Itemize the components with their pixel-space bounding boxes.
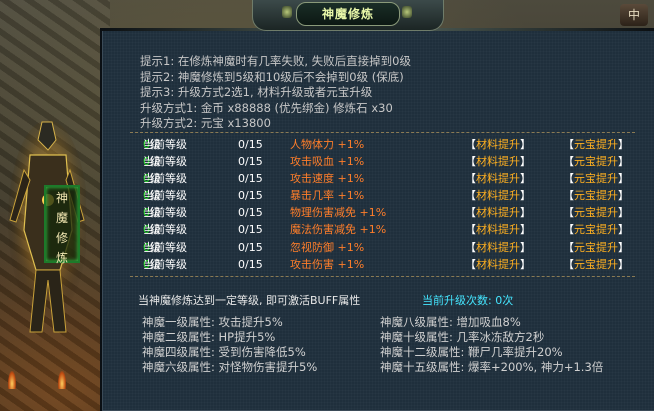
buff-activation-info: 当神魔修炼达到一定等级, 即可激活BUFF属性 [138, 294, 361, 307]
upgrade-row: 当前等级 0级 0/15 魔法伤害减免 +1% 【材料提升】 【元宝提升】 [143, 221, 648, 238]
upgrade-method-line: 升级方式1: 金币 x88888 (优先绑金) 修炼石 x30 [140, 100, 393, 115]
buff-attribute: 神魔十二级属性: 鞭尸几率提升20% [380, 345, 563, 359]
tip-line: 提示3: 升级方式2选1, 材料升级或者元宝升级 [140, 85, 373, 100]
level-progress: 0/15 [238, 155, 263, 169]
yuanbao-upgrade-button[interactable]: 【元宝提升】 [563, 204, 629, 221]
upgrade-row: 当前等级 0级 0/15 忽视防御 +1% 【材料提升】 【元宝提升】 [143, 239, 648, 256]
level-progress: 0/15 [238, 172, 263, 186]
level-progress: 0/15 [238, 223, 263, 237]
buff-attribute: 神魔一级属性: 攻击提升5% [142, 315, 283, 329]
level-progress: 0/15 [238, 206, 263, 220]
divider [130, 276, 635, 277]
current-level: 当前等级 0级 [143, 206, 187, 220]
divider [130, 132, 635, 133]
material-upgrade-button[interactable]: 【材料提升】 [465, 221, 531, 238]
buff-attribute: 神魔八级属性: 增加吸血8% [380, 315, 521, 329]
current-level: 当前等级 0级 [143, 189, 187, 203]
material-upgrade-button[interactable]: 【材料提升】 [465, 256, 531, 273]
yuanbao-upgrade-button[interactable]: 【元宝提升】 [563, 187, 629, 204]
yuanbao-upgrade-button[interactable]: 【元宝提升】 [563, 136, 629, 153]
buff-attribute: 神魔二级属性: HP提升5% [142, 330, 276, 344]
level-progress: 0/15 [238, 240, 263, 254]
title-gem-icon [282, 6, 292, 18]
upgrade-row: 当前等级 0级 0/15 暴击几率 +1% 【材料提升】 【元宝提升】 [143, 187, 648, 204]
attribute-bonus: 物理伤害减免 +1% [290, 206, 387, 220]
yuanbao-upgrade-button[interactable]: 【元宝提升】 [563, 239, 629, 256]
yuanbao-upgrade-button[interactable]: 【元宝提升】 [563, 153, 629, 170]
material-upgrade-button[interactable]: 【材料提升】 [465, 170, 531, 187]
level-progress: 0/15 [238, 189, 263, 203]
level-progress: 0/15 [238, 138, 263, 151]
attribute-bonus: 攻击速度 +1% [290, 172, 365, 186]
current-level: 当前等级 0级 [143, 223, 187, 237]
attribute-bonus: 攻击吸血 +1% [290, 155, 365, 169]
upgrade-row: 当前等级 0级 0/15 攻击速度 +1% 【材料提升】 【元宝提升】 [143, 170, 648, 187]
level-progress: 0/15 [238, 257, 263, 271]
title-gem-icon [402, 6, 412, 18]
buff-attribute: 神魔六级属性: 对怪物伤害提升5% [142, 360, 318, 374]
upgrade-row: 当前等级 0级 0/15 人物体力 +1% 【材料提升】 【元宝提升】 [143, 136, 648, 153]
side-tab-char: 修 [55, 231, 68, 245]
current-level: 当前等级 0级 [143, 155, 187, 169]
attribute-bonus: 攻击伤害 +1% [290, 257, 365, 271]
attribute-bonus: 人物体力 +1% [290, 138, 365, 151]
material-upgrade-button[interactable]: 【材料提升】 [465, 204, 531, 221]
tip-line: 提示2: 神魔修炼到5级和10级后不会掉到0级 (保底) [140, 69, 404, 84]
side-tab-char: 魔 [55, 211, 68, 225]
yuanbao-upgrade-button[interactable]: 【元宝提升】 [563, 170, 629, 187]
buff-attribute: 神魔十五级属性: 爆率+200%, 神力+1.3倍 [380, 360, 604, 374]
current-level: 当前等级 0级 [143, 138, 187, 151]
corner-button[interactable]: 中 [620, 4, 648, 26]
material-upgrade-button[interactable]: 【材料提升】 [465, 239, 531, 256]
attribute-bonus: 暴击几率 +1% [290, 189, 365, 203]
attribute-bonus: 忽视防御 +1% [290, 240, 365, 254]
upgrade-list: 当前等级 0级 0/15 人物体力 +1% 【材料提升】 【元宝提升】 当前等级 0… [143, 136, 648, 273]
attribute-bonus: 魔法伤害减免 +1% [290, 223, 387, 237]
window-title: 神魔修炼 [296, 2, 400, 26]
tips-block: 提示1: 在修炼神魔时有几率失败, 失败后直接掉到0级 提示2: 神魔修炼到5级… [140, 54, 411, 132]
upgrade-method-line: 升级方式2: 元宝 x13800 [140, 116, 271, 131]
material-upgrade-button[interactable]: 【材料提升】 [465, 136, 531, 153]
buff-attribute: 神魔十级属性: 几率冰冻敌方2秒 [380, 330, 545, 344]
material-upgrade-button[interactable]: 【材料提升】 [465, 187, 531, 204]
tip-line: 提示1: 在修炼神魔时有几率失败, 失败后直接掉到0级 [140, 54, 411, 68]
upgrade-row: 当前等级 0级 0/15 物理伤害减免 +1% 【材料提升】 【元宝提升】 [143, 204, 648, 221]
torch-flame-icon [58, 371, 66, 389]
side-tab-char: 神 [55, 191, 68, 205]
buff-attribute: 神魔四级属性: 受到伤害降低5% [142, 345, 306, 359]
current-level: 当前等级 0级 [143, 257, 187, 271]
yuanbao-upgrade-button[interactable]: 【元宝提升】 [563, 256, 629, 273]
upgrade-row: 当前等级 0级 0/15 攻击吸血 +1% 【材料提升】 【元宝提升】 [143, 153, 648, 170]
side-tab-shenmo-xiulian[interactable]: 神 魔 修 炼 [44, 185, 80, 265]
current-level: 当前等级 0级 [143, 240, 187, 254]
material-upgrade-button[interactable]: 【材料提升】 [465, 153, 531, 170]
yuanbao-upgrade-button[interactable]: 【元宝提升】 [563, 221, 629, 238]
upgrade-row: 当前等级 0级 0/15 攻击伤害 +1% 【材料提升】 【元宝提升】 [143, 256, 648, 273]
upgrade-count: 当前升级次数: 0次 [422, 294, 514, 307]
side-tab-char: 炼 [55, 251, 68, 265]
current-level: 当前等级 0级 [143, 172, 187, 186]
torch-flame-icon [8, 371, 16, 389]
